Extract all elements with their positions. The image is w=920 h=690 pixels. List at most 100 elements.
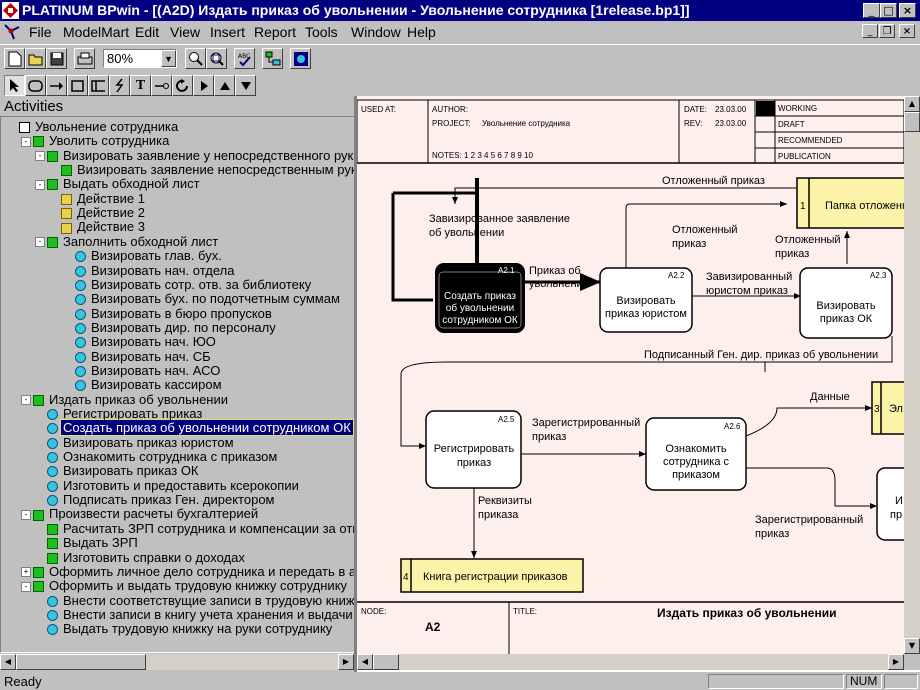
arrow-deferred-order[interactable] <box>452 187 797 204</box>
modelmart-button[interactable] <box>290 48 311 69</box>
chevron-down-icon[interactable]: ▼ <box>161 50 176 67</box>
diagram-vertical-scrollbar[interactable]: ▲ ▼ <box>904 96 920 654</box>
tree-item[interactable]: Визировать приказ ОК <box>35 464 201 478</box>
tree-item[interactable]: Выдать ЗРП <box>35 536 140 550</box>
tree-item[interactable]: - Издать приказ об увольнении <box>21 392 230 407</box>
document-icon[interactable] <box>2 22 22 42</box>
expand-icon[interactable]: + <box>21 567 31 578</box>
tree-horizontal-scrollbar[interactable]: ◀ ▶ <box>0 654 354 670</box>
arrow-registered-to-next[interactable] <box>746 467 877 509</box>
activity-box-a26[interactable]: A2.6 Ознакомить сотрудника с приказом <box>645 417 747 491</box>
scroll-left-icon[interactable]: ◀ <box>0 654 16 670</box>
arrow-tool-button[interactable] <box>46 75 67 96</box>
menu-insert[interactable]: Insert <box>210 24 245 40</box>
tree-item[interactable]: Визировать нач. АСО <box>63 363 222 378</box>
tree-item[interactable]: Расчитать ЗРП сотрудника и компенсации з… <box>35 521 355 536</box>
data-store-3[interactable]: 3 Эл <box>871 381 904 435</box>
tree-item[interactable]: - Уволить сотрудника <box>21 134 171 148</box>
data-store-4[interactable]: 4 Книга регистрации приказов <box>400 558 584 593</box>
collapse-icon[interactable]: - <box>21 581 31 592</box>
spell-check-button[interactable]: ABC <box>234 48 255 69</box>
activity-box-a21[interactable]: A2.1 Создать приказ об увольнении сотруд… <box>435 263 525 333</box>
tree-item[interactable]: Визировать нач. СБ <box>63 349 213 364</box>
tree-item[interactable]: Изготовить справки о доходах <box>35 550 247 565</box>
close-button[interactable]: × <box>899 3 916 18</box>
activity-tree[interactable]: Увольнение сотрудника - Уволить сотрудника… <box>0 116 356 653</box>
tree-item[interactable]: Визировать нач. отдела <box>63 263 236 278</box>
go-up-button[interactable] <box>214 75 235 96</box>
arrow-data[interactable] <box>745 405 872 437</box>
arrow-loop-to-a21[interactable] <box>391 193 433 302</box>
tree-item[interactable]: Визировать дир. по персоналу <box>63 320 278 335</box>
activity-box-tool-button[interactable] <box>25 75 46 96</box>
open-file-button[interactable] <box>25 48 46 69</box>
tree-item[interactable]: Визировать нач. ЮО <box>63 335 218 349</box>
activity-box-partial[interactable]: И пр <box>876 467 904 541</box>
text-tool-button[interactable]: T <box>130 75 151 96</box>
zoom-select[interactable]: 80% ▼ <box>103 49 177 68</box>
collapse-icon[interactable]: - <box>21 136 31 147</box>
tree-item[interactable]: Регистрировать приказ <box>35 407 204 421</box>
tree-item[interactable]: + Оформить личное дело сотрудника и перед… <box>21 564 355 579</box>
tree-item[interactable]: Внести записи в книгу учета хранения и в… <box>35 607 355 622</box>
tree-item[interactable]: - Выдать обходной лист <box>35 177 202 191</box>
print-button[interactable] <box>74 48 95 69</box>
data-store-tool-button[interactable] <box>88 75 109 96</box>
data-store-1[interactable]: 1 Папка отложенных <box>796 177 904 229</box>
mdi-restore-button[interactable]: ❐ <box>879 24 895 38</box>
collapse-icon[interactable]: - <box>21 395 31 406</box>
collapse-icon[interactable]: - <box>35 237 45 248</box>
diagram-hscroll-thumb[interactable] <box>373 654 399 670</box>
diagram-vscroll-thumb[interactable] <box>904 112 920 132</box>
title-bar[interactable]: PLATINUM BPwin - [(A2D) Издать приказ об… <box>0 0 920 21</box>
go-right-button[interactable] <box>193 75 214 96</box>
tree-item[interactable]: Ознакомить сотрудника с приказом <box>35 450 279 464</box>
squiggle-tool-button[interactable] <box>109 75 130 96</box>
maximize-button[interactable]: □ <box>880 3 897 18</box>
tree-item[interactable]: Визировать сотр. отв. за библиотеку <box>63 277 313 292</box>
activity-box-a23[interactable]: A2.3 Визировать приказ ОК <box>799 267 893 339</box>
tree-item[interactable]: Подписать приказ Ген. директором <box>35 493 277 507</box>
menu-file[interactable]: File <box>29 24 52 40</box>
rotate-tool-button[interactable] <box>172 75 193 96</box>
square-tool-button[interactable] <box>67 75 88 96</box>
pointer-tool-button[interactable] <box>4 75 25 96</box>
minimize-button[interactable]: _ <box>863 3 880 18</box>
tree-item[interactable]: Увольнение сотрудника <box>7 120 180 134</box>
tree-item[interactable]: Визировать кассиром <box>63 378 224 392</box>
diagram-canvas[interactable]: USED AT: AUTHOR: PROJECT: Увольнение сот… <box>357 96 904 654</box>
tree-item[interactable]: Визировать в бюро пропусков <box>63 306 274 321</box>
new-file-button[interactable] <box>4 48 25 69</box>
scroll-up-icon[interactable]: ▲ <box>904 96 920 112</box>
tree-item[interactable]: - Оформить и выдать трудовую книжку сотру… <box>21 579 349 593</box>
menu-report[interactable]: Report <box>254 24 296 40</box>
tree-item[interactable]: Визировать глав. бух. <box>63 249 224 263</box>
tree-item[interactable]: Визировать приказ юристом <box>35 435 236 450</box>
tree-item[interactable]: Визировать бух. по подотчетным суммам <box>63 292 342 306</box>
menu-window[interactable]: Window <box>351 24 401 40</box>
diagram-scroll-right-icon[interactable]: ▶ <box>888 654 904 670</box>
collapse-icon[interactable]: - <box>35 179 45 190</box>
go-down-button[interactable] <box>235 75 256 96</box>
menu-help[interactable]: Help <box>407 24 436 40</box>
tree-item[interactable]: - Произвести расчеты бухгалтерией <box>21 507 260 521</box>
zoom-in-button[interactable] <box>185 48 206 69</box>
menu-view[interactable]: View <box>170 24 200 40</box>
collapse-icon[interactable]: - <box>35 151 45 162</box>
diagram-scroll-left-icon[interactable]: ◀ <box>357 654 373 670</box>
tree-item[interactable]: - Заполнить обходной лист <box>35 234 220 249</box>
menu-modelmart[interactable]: ModelMart <box>63 24 129 40</box>
model-explorer-button[interactable] <box>262 48 283 69</box>
tree-scroll-thumb[interactable] <box>16 654 146 670</box>
diagram-horizontal-scrollbar[interactable]: ◀ ▶ <box>357 654 920 670</box>
tree-item[interactable]: Действие 3 <box>49 220 147 234</box>
scroll-down-icon[interactable]: ▼ <box>904 638 920 654</box>
save-button[interactable] <box>46 48 67 69</box>
tree-item[interactable]: Внести соответствущие записи в трудовую … <box>35 593 355 608</box>
tree-item[interactable]: Изготовить и предоставить ксерокопии <box>35 478 301 493</box>
tree-item[interactable]: Действие 2 <box>49 206 147 220</box>
tree-item[interactable]: - Визировать заявление у непосредственног… <box>35 148 355 163</box>
scroll-right-icon[interactable]: ▶ <box>338 654 354 670</box>
activity-box-a25[interactable]: A2.5 Регистрировать приказ <box>425 410 522 489</box>
menu-edit[interactable]: Edit <box>135 24 159 40</box>
